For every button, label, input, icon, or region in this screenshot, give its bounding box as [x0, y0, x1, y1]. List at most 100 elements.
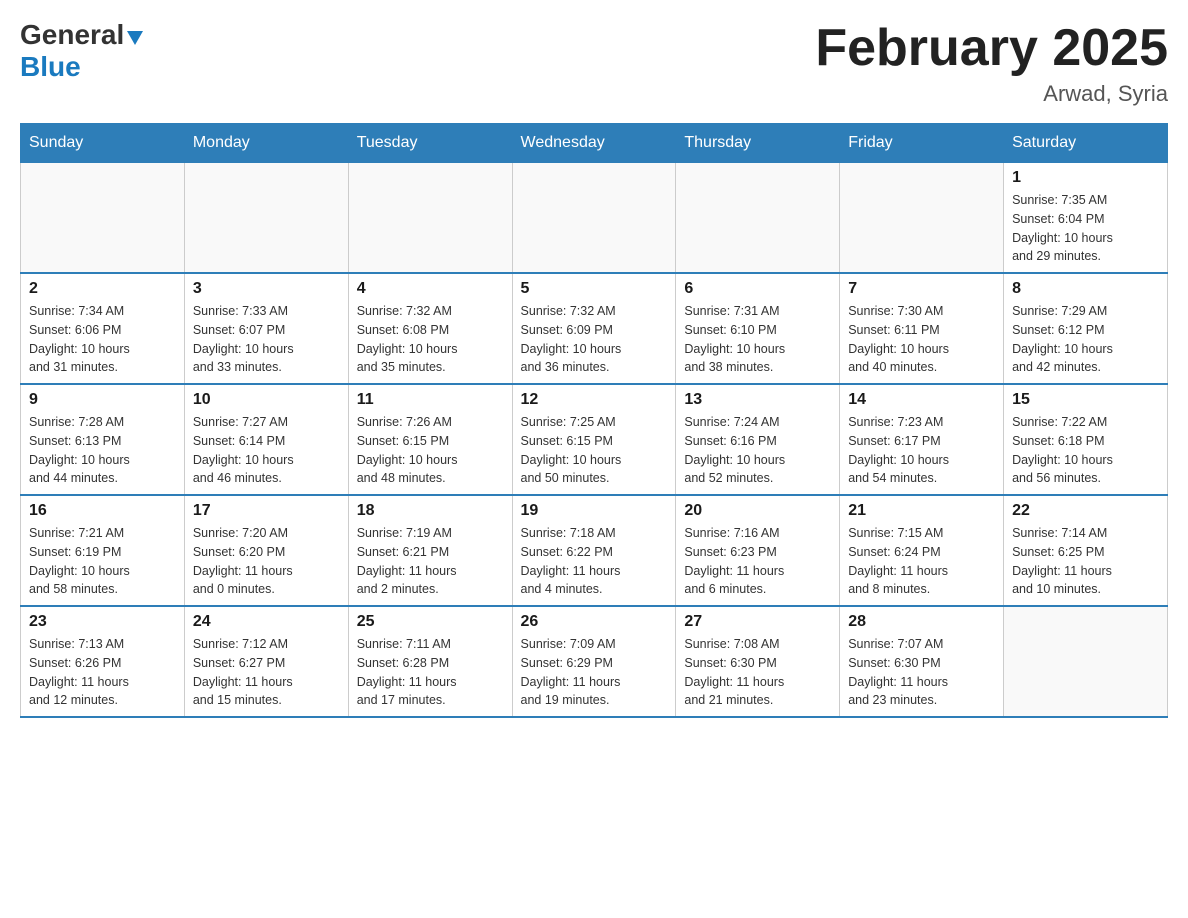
calendar-cell: 27 Sunrise: 7:08 AMSunset: 6:30 PMDayligh… — [676, 606, 840, 717]
day-info: Sunrise: 7:14 AMSunset: 6:25 PMDaylight:… — [1012, 524, 1159, 599]
day-number: 12 — [521, 391, 668, 409]
day-info: Sunrise: 7:20 AMSunset: 6:20 PMDaylight:… — [193, 524, 340, 599]
week-row-5: 23Sunrise: 7:13 AMSunset: 6:26 PMDayligh… — [21, 606, 1168, 717]
day-info: Sunrise: 7:23 AMSunset: 6:17 PMDaylight:… — [848, 413, 995, 488]
logo-triangle-icon — [125, 27, 145, 47]
day-number: 6 — [684, 280, 831, 298]
logo-blue: Blue — [20, 51, 81, 83]
day-info: Sunrise: 7:24 AMSunset: 6:16 PMDaylight:… — [684, 413, 831, 488]
day-number: 27 — [684, 613, 831, 631]
day-number: 8 — [1012, 280, 1159, 298]
day-number: 28 — [848, 613, 995, 631]
day-header-wednesday: Wednesday — [512, 124, 676, 163]
day-header-tuesday: Tuesday — [348, 124, 512, 163]
day-number: 9 — [29, 391, 176, 409]
calendar-cell: 17 Sunrise: 7:20 AMSunset: 6:20 PMDayligh… — [184, 495, 348, 606]
day-number: 16 — [29, 502, 176, 520]
calendar-cell: 5 Sunrise: 7:32 AMSunset: 6:09 PMDaylight… — [512, 273, 676, 384]
day-info: Sunrise: 7:19 AMSunset: 6:21 PMDaylight:… — [357, 524, 504, 599]
calendar-cell — [184, 163, 348, 274]
calendar-cell: 15Sunrise: 7:22 AMSunset: 6:18 PMDayligh… — [1004, 384, 1168, 495]
day-number: 17 — [193, 502, 340, 520]
day-header-friday: Friday — [840, 124, 1004, 163]
title-block: February 2025 Arwad, Syria — [815, 20, 1168, 107]
calendar-cell: 16 Sunrise: 7:21 AMSunset: 6:19 PMDayligh… — [21, 495, 185, 606]
calendar-cell: 3 Sunrise: 7:33 AMSunset: 6:07 PMDaylight… — [184, 273, 348, 384]
calendar-cell: 11 Sunrise: 7:26 AMSunset: 6:15 PMDayligh… — [348, 384, 512, 495]
day-info: Sunrise: 7:12 AMSunset: 6:27 PMDaylight:… — [193, 635, 340, 710]
calendar-cell: 18Sunrise: 7:19 AMSunset: 6:21 PMDayligh… — [348, 495, 512, 606]
calendar-cell — [1004, 606, 1168, 717]
day-info: Sunrise: 7:21 AMSunset: 6:19 PMDaylight:… — [29, 524, 176, 599]
day-number: 4 — [357, 280, 504, 298]
day-number: 20 — [684, 502, 831, 520]
calendar-cell: 24 Sunrise: 7:12 AMSunset: 6:27 PMDayligh… — [184, 606, 348, 717]
calendar-cell: 14Sunrise: 7:23 AMSunset: 6:17 PMDayligh… — [840, 384, 1004, 495]
day-info: Sunrise: 7:07 AMSunset: 6:30 PMDaylight:… — [848, 635, 995, 710]
day-number: 10 — [193, 391, 340, 409]
day-info: Sunrise: 7:11 AMSunset: 6:28 PMDaylight:… — [357, 635, 504, 710]
page-header: General Blue February 2025 Arwad, Syria — [20, 20, 1168, 107]
day-number: 21 — [848, 502, 995, 520]
day-header-sunday: Sunday — [21, 124, 185, 163]
week-row-3: 9 Sunrise: 7:28 AMSunset: 6:13 PMDaylight… — [21, 384, 1168, 495]
day-info: Sunrise: 7:09 AMSunset: 6:29 PMDaylight:… — [521, 635, 668, 710]
day-number: 26 — [521, 613, 668, 631]
logo-general: General — [20, 20, 145, 51]
calendar-cell: 21 Sunrise: 7:15 AMSunset: 6:24 PMDayligh… — [840, 495, 1004, 606]
day-number: 1 — [1012, 169, 1159, 187]
calendar-cell: 1 Sunrise: 7:35 AMSunset: 6:04 PMDaylight… — [1004, 163, 1168, 274]
day-info: Sunrise: 7:28 AMSunset: 6:13 PMDaylight:… — [29, 413, 176, 488]
day-header-monday: Monday — [184, 124, 348, 163]
day-info: Sunrise: 7:33 AMSunset: 6:07 PMDaylight:… — [193, 302, 340, 377]
day-number: 24 — [193, 613, 340, 631]
calendar-cell — [840, 163, 1004, 274]
day-info: Sunrise: 7:35 AMSunset: 6:04 PMDaylight:… — [1012, 191, 1159, 266]
calendar-cell: 25 Sunrise: 7:11 AMSunset: 6:28 PMDayligh… — [348, 606, 512, 717]
day-info: Sunrise: 7:27 AMSunset: 6:14 PMDaylight:… — [193, 413, 340, 488]
calendar-cell: 10 Sunrise: 7:27 AMSunset: 6:14 PMDayligh… — [184, 384, 348, 495]
days-header-row: SundayMondayTuesdayWednesdayThursdayFrid… — [21, 124, 1168, 163]
day-info: Sunrise: 7:15 AMSunset: 6:24 PMDaylight:… — [848, 524, 995, 599]
day-info: Sunrise: 7:16 AMSunset: 6:23 PMDaylight:… — [684, 524, 831, 599]
day-info: Sunrise: 7:32 AMSunset: 6:09 PMDaylight:… — [521, 302, 668, 377]
calendar-table: SundayMondayTuesdayWednesdayThursdayFrid… — [20, 123, 1168, 718]
week-row-4: 16 Sunrise: 7:21 AMSunset: 6:19 PMDayligh… — [21, 495, 1168, 606]
calendar-cell: 12 Sunrise: 7:25 AMSunset: 6:15 PMDayligh… — [512, 384, 676, 495]
day-number: 5 — [521, 280, 668, 298]
calendar-cell: 7 Sunrise: 7:30 AMSunset: 6:11 PMDaylight… — [840, 273, 1004, 384]
day-number: 11 — [357, 391, 504, 409]
day-number: 3 — [193, 280, 340, 298]
calendar-cell: 20 Sunrise: 7:16 AMSunset: 6:23 PMDayligh… — [676, 495, 840, 606]
day-info: Sunrise: 7:34 AMSunset: 6:06 PMDaylight:… — [29, 302, 176, 377]
day-number: 7 — [848, 280, 995, 298]
day-number: 13 — [684, 391, 831, 409]
calendar-cell: 28 Sunrise: 7:07 AMSunset: 6:30 PMDayligh… — [840, 606, 1004, 717]
day-info: Sunrise: 7:13 AMSunset: 6:26 PMDaylight:… — [29, 635, 176, 710]
calendar-cell: 9 Sunrise: 7:28 AMSunset: 6:13 PMDaylight… — [21, 384, 185, 495]
day-info: Sunrise: 7:26 AMSunset: 6:15 PMDaylight:… — [357, 413, 504, 488]
calendar-cell: 23Sunrise: 7:13 AMSunset: 6:26 PMDayligh… — [21, 606, 185, 717]
logo: General Blue — [20, 20, 145, 83]
calendar-cell: 2 Sunrise: 7:34 AMSunset: 6:06 PMDaylight… — [21, 273, 185, 384]
day-number: 15 — [1012, 391, 1159, 409]
day-info: Sunrise: 7:25 AMSunset: 6:15 PMDaylight:… — [521, 413, 668, 488]
day-header-thursday: Thursday — [676, 124, 840, 163]
day-number: 2 — [29, 280, 176, 298]
calendar-cell: 13 Sunrise: 7:24 AMSunset: 6:16 PMDayligh… — [676, 384, 840, 495]
day-info: Sunrise: 7:18 AMSunset: 6:22 PMDaylight:… — [521, 524, 668, 599]
calendar-cell: 22Sunrise: 7:14 AMSunset: 6:25 PMDayligh… — [1004, 495, 1168, 606]
week-row-2: 2 Sunrise: 7:34 AMSunset: 6:06 PMDaylight… — [21, 273, 1168, 384]
day-info: Sunrise: 7:08 AMSunset: 6:30 PMDaylight:… — [684, 635, 831, 710]
day-info: Sunrise: 7:29 AMSunset: 6:12 PMDaylight:… — [1012, 302, 1159, 377]
day-info: Sunrise: 7:30 AMSunset: 6:11 PMDaylight:… — [848, 302, 995, 377]
calendar-cell — [21, 163, 185, 274]
day-info: Sunrise: 7:32 AMSunset: 6:08 PMDaylight:… — [357, 302, 504, 377]
subtitle: Arwad, Syria — [815, 81, 1168, 107]
main-title: February 2025 — [815, 20, 1168, 77]
day-number: 25 — [357, 613, 504, 631]
calendar-cell: 19 Sunrise: 7:18 AMSunset: 6:22 PMDayligh… — [512, 495, 676, 606]
calendar-cell: 4 Sunrise: 7:32 AMSunset: 6:08 PMDaylight… — [348, 273, 512, 384]
day-number: 19 — [521, 502, 668, 520]
calendar-cell: 26 Sunrise: 7:09 AMSunset: 6:29 PMDayligh… — [512, 606, 676, 717]
